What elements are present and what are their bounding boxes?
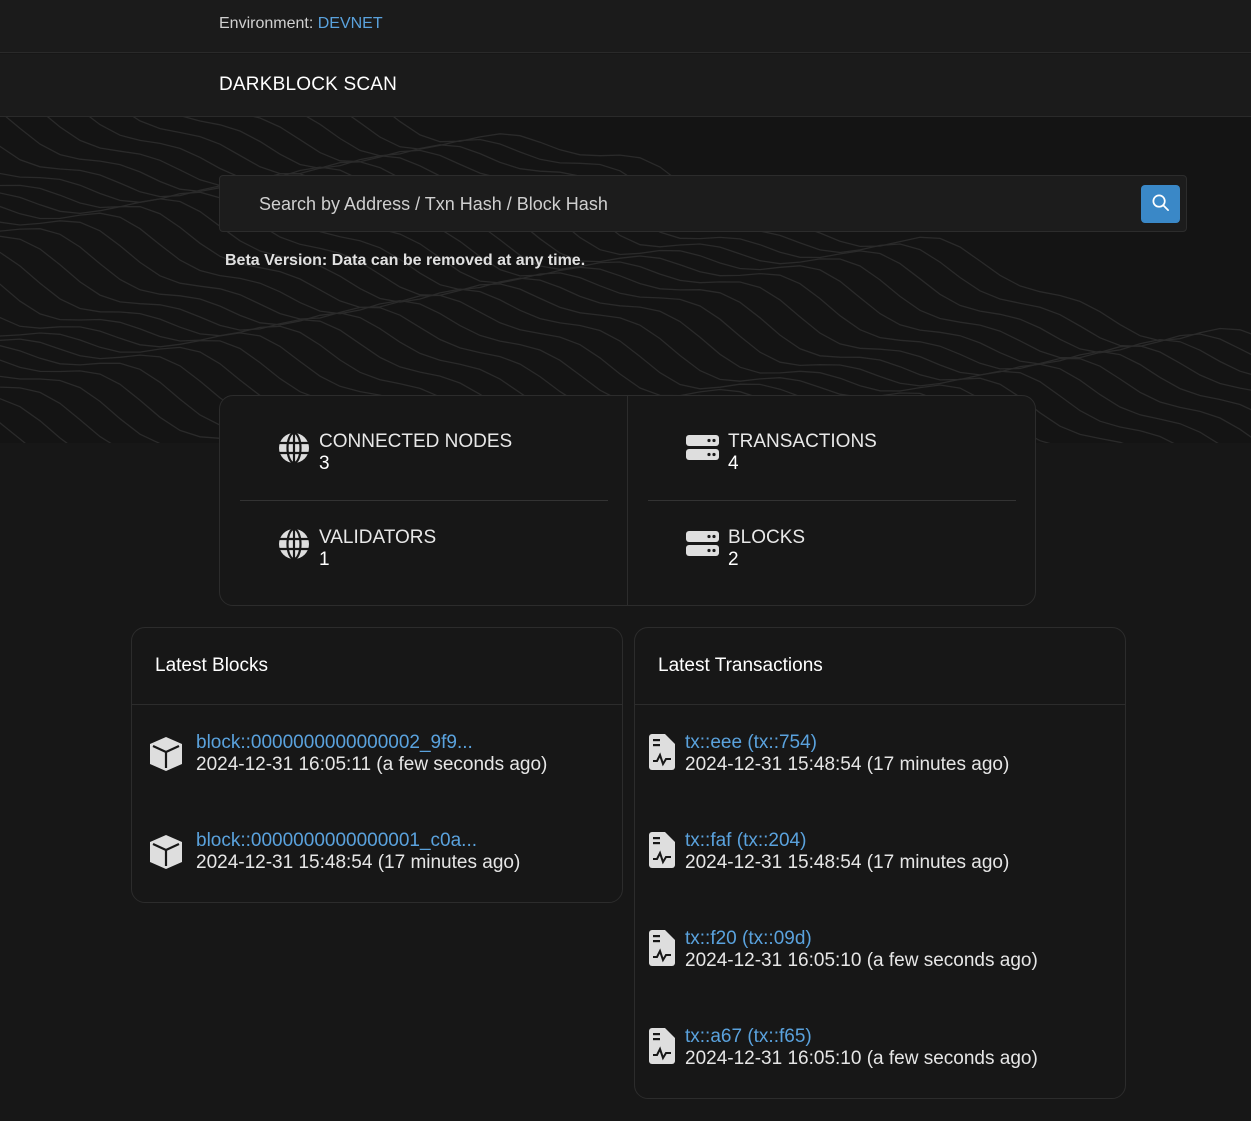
stat-label: BLOCKS (728, 527, 806, 548)
environment-indicator: Environment: DEVNET (219, 15, 383, 33)
globe-icon (277, 527, 311, 566)
block-time: 2024-12-31 16:05:11 (a few seconds ago) (196, 754, 548, 775)
receipt-icon (649, 1026, 675, 1069)
stat-label: VALIDATORS (319, 527, 437, 548)
stat-value: 2 (728, 549, 739, 570)
environment-bar: Environment: DEVNET (0, 0, 1251, 53)
beta-notice: Beta Version: Data can be removed at any… (225, 252, 586, 269)
block-link[interactable]: block::0000000000000001_c0a... (196, 830, 477, 852)
stats-divider (648, 500, 1016, 501)
receipt-icon (649, 732, 675, 775)
search-bar (219, 175, 1187, 232)
server-icon (686, 431, 720, 470)
transaction-link[interactable]: tx::f20 (tx::09d) (685, 928, 812, 950)
transaction-time: 2024-12-31 16:05:10 (a few seconds ago) (685, 950, 1038, 971)
latest-transactions-title: Latest Transactions (658, 655, 823, 676)
contour-line (182, 117, 1251, 411)
search-input[interactable] (244, 184, 1124, 224)
navbar: DARKBLOCK SCAN (0, 54, 1251, 117)
search-icon (1151, 193, 1170, 215)
environment-value: DEVNET (317, 15, 383, 32)
transaction-link[interactable]: tx::a67 (tx::f65) (685, 1026, 812, 1048)
globe-icon (277, 431, 311, 470)
server-icon (686, 527, 720, 566)
stat-value: 1 (319, 549, 330, 570)
stats-divider (240, 500, 608, 501)
cube-icon (147, 732, 185, 778)
latest-blocks-panel: Latest Blocks block::0000000000000002_9f… (131, 627, 623, 903)
transaction-time: 2024-12-31 15:48:54 (17 minutes ago) (685, 852, 1010, 873)
stat-label: CONNECTED NODES (319, 431, 513, 452)
block-time: 2024-12-31 15:48:54 (17 minutes ago) (196, 852, 521, 873)
receipt-icon (649, 830, 675, 873)
transaction-link[interactable]: tx::eee (tx::754) (685, 732, 817, 754)
latest-transactions-panel: Latest Transactions tx::eee (tx::754) 20… (634, 627, 1126, 1099)
stat-value: 3 (319, 453, 330, 474)
cube-icon (147, 830, 185, 876)
network-stats-card: CONNECTED NODES 3 TRANSACTIONS 4 VALIDAT… (219, 395, 1036, 606)
stat-value: 4 (728, 453, 739, 474)
receipt-icon (649, 928, 675, 971)
panel-header: Latest Blocks (132, 628, 622, 705)
environment-label: Environment: (219, 15, 314, 32)
stats-divider (627, 396, 628, 605)
transaction-time: 2024-12-31 16:05:10 (a few seconds ago) (685, 1048, 1038, 1069)
transaction-time: 2024-12-31 15:48:54 (17 minutes ago) (685, 754, 1010, 775)
block-link[interactable]: block::0000000000000002_9f9... (196, 732, 473, 754)
panel-header: Latest Transactions (635, 628, 1125, 705)
latest-blocks-title: Latest Blocks (155, 655, 268, 676)
stat-label: TRANSACTIONS (728, 431, 877, 452)
search-button[interactable] (1141, 185, 1180, 223)
brand-title[interactable]: DARKBLOCK SCAN (219, 74, 397, 96)
transaction-link[interactable]: tx::faf (tx::204) (685, 830, 806, 852)
